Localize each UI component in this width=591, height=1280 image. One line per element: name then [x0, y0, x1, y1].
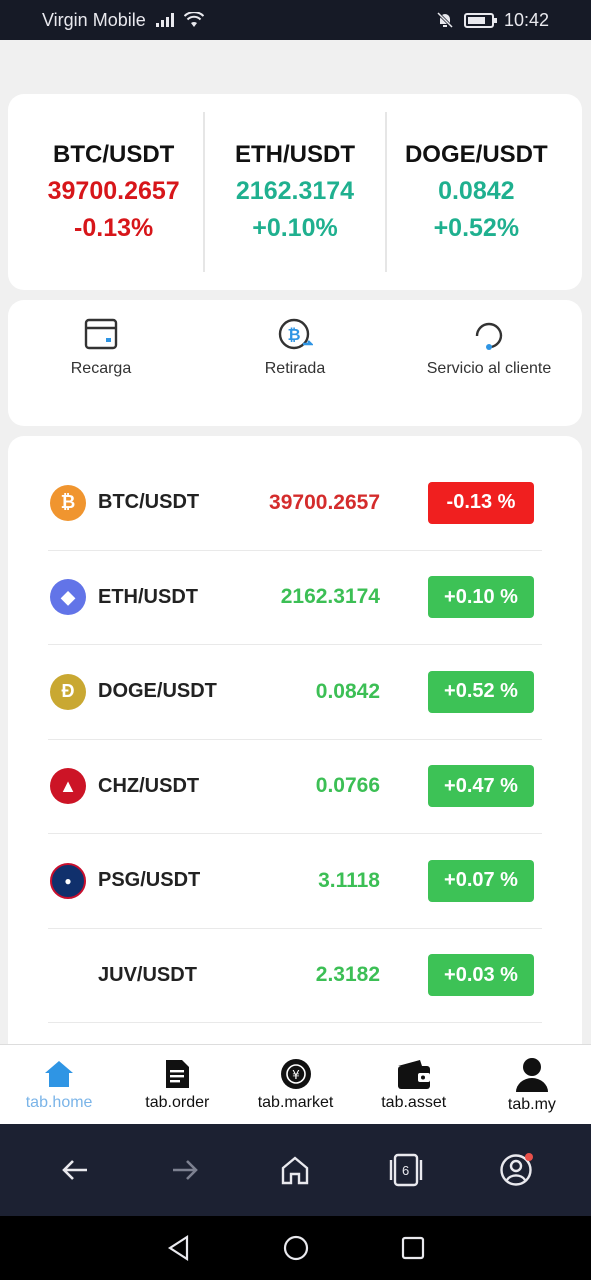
ticker-price: 2162.3174	[235, 177, 355, 205]
ticker-pair: DOGE/USDT	[404, 141, 548, 168]
tab-label: tab.home	[25, 1093, 93, 1111]
tab-market[interactable]: ¥ tab.market	[236, 1045, 354, 1124]
svg-text:₿: ₿	[287, 325, 300, 344]
market-symbol: CHZ/USDT	[98, 774, 200, 797]
home-icon	[45, 1060, 74, 1087]
bitcoin-withdraw-icon: ₿	[278, 318, 313, 350]
circle-home-icon[interactable]	[282, 1234, 310, 1262]
ticker-summary-card: BTC/USDT 39700.2657 -0.13% ETH/USDT 2162…	[8, 94, 582, 290]
recharge-button[interactable]: Recarga	[26, 316, 176, 410]
market-symbol: JUV/USDT	[98, 963, 197, 986]
wifi-icon	[183, 12, 204, 27]
browser-home-button[interactable]	[265, 1140, 325, 1200]
market-symbol: ETH/USDT	[98, 585, 198, 608]
ticker-btc[interactable]: BTC/USDT 39700.2657 -0.13%	[24, 112, 206, 272]
change-badge: +0.07 %	[428, 859, 534, 902]
tab-label: tab.order	[145, 1093, 210, 1111]
list-item[interactable]: ◆ ETH/USDT 2162.3174 +0.10 %	[48, 551, 542, 645]
market-price: 3.1118	[318, 868, 380, 892]
change-badge: +0.52 %	[428, 670, 534, 713]
tab-label: tab.asset	[381, 1093, 447, 1111]
list-item[interactable]: JUV/USDT 2.3182 +0.03 %	[48, 929, 542, 1023]
tabs-button[interactable]: 6	[376, 1140, 436, 1200]
actions-card: Recarga ₿ Retirada Servicio al cliente	[8, 300, 582, 426]
market-price: 2162.3174	[280, 585, 380, 609]
app-content: BTC/USDT 39700.2657 -0.13% ETH/USDT 2162…	[0, 40, 591, 1044]
signal-icon	[155, 13, 174, 27]
tab-order[interactable]: tab.order	[118, 1045, 236, 1124]
market-price: 39700.2657	[269, 490, 380, 514]
list-item[interactable]: ₿ BTC/USDT 39700.2657 -0.13 %	[48, 456, 542, 551]
browser-nav-bar: 6	[0, 1124, 591, 1216]
ethereum-icon: ◆	[50, 579, 86, 616]
change-badge: +0.03 %	[428, 954, 534, 997]
arrow-left-icon	[62, 1160, 88, 1180]
bottom-tab-bar: tab.home tab.order ¥ tab.market tab.asse…	[0, 1044, 591, 1124]
ticker-doge[interactable]: DOGE/USDT 0.0842 +0.52%	[387, 112, 566, 272]
ticker-change: +0.52%	[433, 214, 520, 242]
market-symbol: DOGE/USDT	[98, 680, 217, 703]
back-button[interactable]	[45, 1140, 105, 1200]
carrier-name: Virgin Mobile	[42, 9, 146, 30]
ticker-pair: ETH/USDT	[234, 141, 355, 168]
document-icon	[166, 1059, 190, 1088]
bitcoin-icon: ₿	[50, 484, 86, 521]
tab-count: 6	[402, 1162, 410, 1178]
market-list: ₿ BTC/USDT 39700.2657 -0.13 % ◆ ETH/USDT…	[8, 436, 582, 1044]
market-symbol: BTC/USDT	[98, 491, 200, 514]
triangle-back-icon[interactable]	[165, 1234, 193, 1262]
arrow-right-icon	[173, 1160, 199, 1180]
withdraw-button[interactable]: ₿ Retirada	[220, 316, 370, 410]
customer-service-button[interactable]: Servicio al cliente	[414, 316, 564, 410]
system-nav-bar	[0, 1216, 591, 1280]
market-coin-icon: ¥	[280, 1058, 311, 1089]
bell-muted-icon	[436, 11, 454, 29]
change-badge: +0.10 %	[428, 576, 534, 619]
tab-label: tab.market	[257, 1093, 334, 1111]
tab-label: tab.my	[507, 1095, 556, 1113]
dogecoin-icon: Ð	[50, 673, 86, 710]
wallet-icon	[397, 1059, 430, 1089]
ticker-eth[interactable]: ETH/USDT 2162.3174 +0.10%	[205, 112, 387, 272]
market-price: 0.0766	[315, 774, 380, 798]
list-item[interactable]: Ð DOGE/USDT 0.0842 +0.52 %	[48, 645, 542, 740]
recharge-label: Recarga	[70, 360, 132, 377]
headset-icon	[475, 322, 503, 350]
ticker-price: 0.0842	[438, 177, 515, 205]
ticker-change: -0.13%	[74, 214, 154, 242]
user-icon	[515, 1057, 548, 1092]
tab-asset[interactable]: tab.asset	[355, 1045, 473, 1124]
chiliz-icon: ▲	[50, 768, 86, 805]
list-item[interactable]: ● PSG/USDT 3.1118 +0.07 %	[48, 834, 542, 929]
market-price: 0.0842	[315, 679, 380, 703]
battery-icon	[463, 12, 497, 28]
customer-service-label: Servicio al cliente	[426, 360, 552, 377]
wallet-card-icon	[84, 318, 118, 350]
psg-icon: ●	[50, 862, 86, 899]
ticker-change: +0.10%	[252, 214, 338, 242]
tab-home[interactable]: tab.home	[0, 1045, 118, 1124]
forward-button[interactable]	[155, 1140, 215, 1200]
market-symbol: PSG/USDT	[98, 869, 201, 892]
profile-button[interactable]	[486, 1140, 546, 1200]
profile-icon	[500, 1153, 533, 1186]
status-bar: Virgin Mobile 10:42	[0, 0, 591, 40]
home-outline-icon	[282, 1156, 309, 1185]
withdraw-label: Retirada	[264, 360, 326, 377]
svg-text:¥: ¥	[292, 1068, 300, 1082]
ticker-price: 39700.2657	[47, 177, 180, 205]
square-recents-icon[interactable]	[399, 1234, 427, 1262]
ticker-pair: BTC/USDT	[53, 141, 175, 168]
change-badge: -0.13 %	[428, 481, 534, 524]
tab-my[interactable]: tab.my	[473, 1045, 591, 1124]
list-item[interactable]: ▲ CHZ/USDT 0.0766 +0.47 %	[48, 740, 542, 834]
status-time: 10:42	[503, 9, 549, 30]
market-price: 2.3182	[315, 963, 380, 987]
change-badge: +0.47 %	[428, 765, 534, 808]
